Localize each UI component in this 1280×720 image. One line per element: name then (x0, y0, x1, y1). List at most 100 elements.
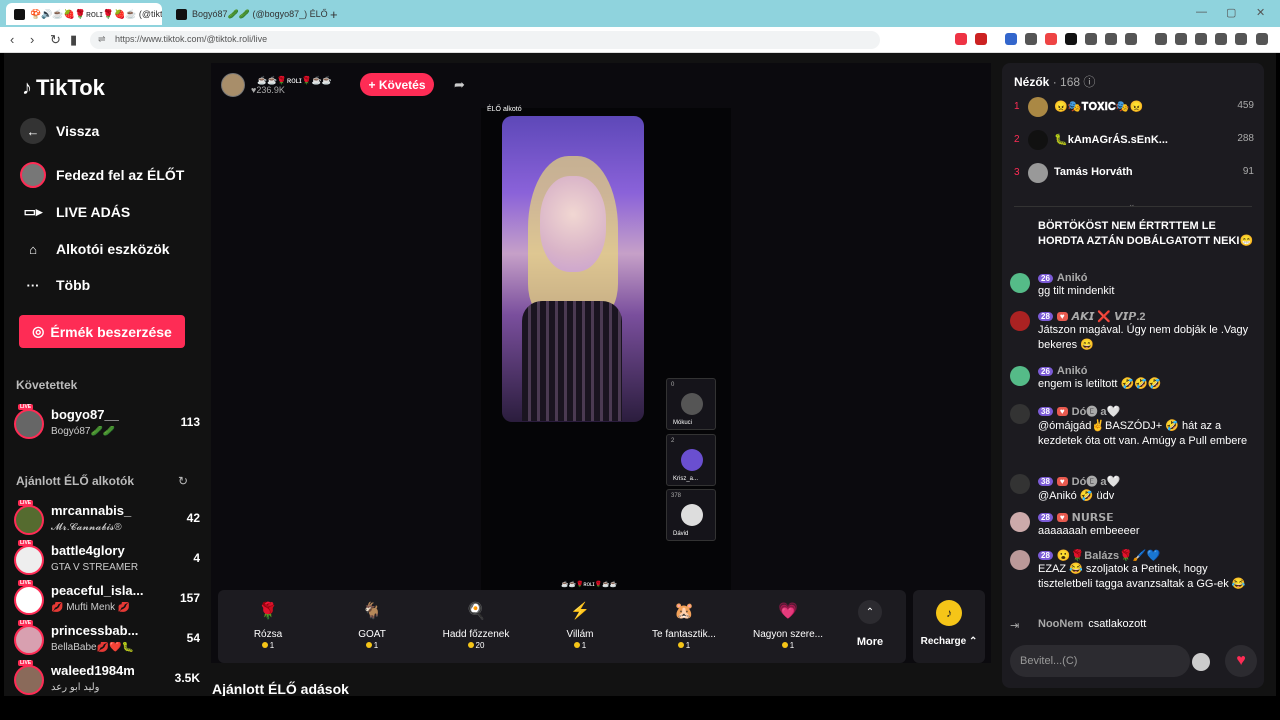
sidebar-icon[interactable] (1175, 33, 1187, 45)
bookmark-icon[interactable]: ▮ (70, 32, 77, 48)
reload-icon[interactable]: ↻ (50, 32, 61, 48)
avatar[interactable] (1010, 366, 1030, 386)
extension-icon[interactable] (1105, 33, 1117, 45)
avatar[interactable] (1010, 474, 1030, 494)
gift-item[interactable]: 🐐 GOAT 1 (322, 596, 422, 660)
message-user[interactable]: 38 ♥ Dó🅔 a🤍 (1038, 473, 1256, 489)
nav-creator-tools[interactable]: ⌂ Alkotói eszközök (20, 236, 170, 262)
recommended-item[interactable]: LIVE waleed1984m وليد ابو رعد 3.5K (14, 660, 200, 696)
guest-tile[interactable]: 2 Krisz_a... (666, 434, 716, 486)
message-user[interactable]: 28 ♥ 𝗡𝗨𝗥𝗦𝗘 (1038, 511, 1256, 524)
gift-item[interactable]: 🌹 Rózsa 1 (218, 596, 318, 660)
gift-bar: 🌹 Rózsa 1 🐐 GOAT 1 🍳 Hadd főzzenek 20 ⚡ … (218, 590, 906, 663)
url-text: https://www.tiktok.com/@tiktok.roli/live (115, 34, 268, 44)
heart-gift-icon: 💗 (778, 603, 798, 620)
shield-icon[interactable] (1235, 33, 1247, 45)
more-gifts-button[interactable]: ⌃ More (848, 600, 892, 648)
chat-panel: Nézők · 168 ⓘ 1 😠🎭𝐓𝐎𝐗𝐈𝐂🎭😠 459 2 🐛kAmAGrÁ… (1002, 63, 1264, 688)
music-icon[interactable] (1155, 33, 1167, 45)
get-coins-button[interactable]: ◎ Érmék beszerzése (19, 315, 185, 348)
gift-item[interactable]: 🐹 Te fantasztik... 1 (634, 596, 734, 660)
message-user[interactable]: 26 Anikó (1038, 272, 1256, 284)
extension-icon[interactable] (1045, 33, 1057, 45)
chat-input[interactable]: Bevitel...(C) (1010, 645, 1190, 677)
browser-tab[interactable]: Bogyó87🥒🥒 (@bogyo87_) ÉLŐ a... ✕ (168, 3, 328, 25)
stream-host[interactable]: ☕☕🌹ʀᴏʟɪ🌹☕☕ ♥236.9K (221, 73, 332, 97)
recommended-item[interactable]: LIVE mrcannabis_ 𝓜𝓻.𝓒𝓪𝓷𝓷𝓪𝓫𝓲𝓼® 42 (14, 500, 200, 537)
following-item[interactable]: LIVE bogyo87__ Bogyó87🥒🥒 113 (14, 404, 200, 441)
message-user[interactable]: 28 😮🌹Balázs🌹🖌️💙 (1038, 549, 1256, 562)
nav-label: Vissza (56, 123, 100, 139)
extension-icon[interactable] (955, 33, 967, 45)
info-icon[interactable]: ⓘ (1083, 75, 1095, 89)
menu-icon[interactable] (1256, 33, 1268, 45)
tiktok-note-icon: ♪ (22, 76, 32, 99)
emoji-icon[interactable] (1192, 653, 1210, 671)
avatar[interactable] (1010, 512, 1030, 532)
recommended-item[interactable]: LIVE battle4glory GTA V STREAMER 4 (14, 540, 200, 577)
nav-explore-live[interactable]: Fedezd fel az ÉLŐT (20, 162, 184, 188)
recommended-item[interactable]: LIVE princessbab... BellaBabe💋❤️🐛 54 (14, 620, 200, 657)
nav-more[interactable]: ··· Több (20, 272, 91, 298)
avatar[interactable] (1010, 550, 1030, 570)
account-nickname: وليد ابو رعد (51, 682, 100, 693)
follow-button[interactable]: + Követés (360, 73, 434, 96)
gift-item[interactable]: ⚡ Villám 1 (530, 596, 630, 660)
tiktok-favicon-icon (176, 8, 187, 20)
browser-tab-active[interactable]: 🍄🔊☕🍓🌹ʀᴏʟɪ🌹🍓☕ (@tiktok.roli) ✕ (6, 3, 162, 25)
hamster-icon: 🐹 (674, 603, 694, 620)
top-viewer-row[interactable]: 1 😠🎭𝐓𝐎𝐗𝐈𝐂🎭😠 459 (1014, 95, 1254, 119)
recharge-button[interactable]: ♪ Recharge ⌃ (913, 590, 985, 663)
viewers-header[interactable]: Nézők · 168 ⓘ (1014, 73, 1095, 90)
top-viewer-row[interactable]: 2 🐛kAmAGrÁS.sEnK... 288 (1014, 128, 1254, 152)
site-info-icon[interactable]: ⇌ (98, 34, 106, 45)
gift-item[interactable]: 🍳 Hadd főzzenek 20 (426, 596, 526, 660)
maximize-icon[interactable]: ▢ (1226, 6, 1236, 19)
extension-icon[interactable] (1005, 33, 1017, 45)
ai-icon[interactable] (1215, 33, 1227, 45)
guest-tile[interactable]: 378 Dávid (666, 489, 716, 541)
extension-icon[interactable] (1025, 33, 1037, 45)
close-window-icon[interactable]: ✕ (1256, 6, 1265, 19)
url-field[interactable]: ⇌ https://www.tiktok.com/@tiktok.roli/li… (90, 31, 880, 49)
new-tab-button[interactable]: + (330, 3, 350, 25)
back-icon[interactable]: ‹ (10, 32, 14, 47)
top-viewer-row[interactable]: 3 Tamás Horváth 91 (1014, 161, 1254, 185)
minimize-icon[interactable]: — (1196, 6, 1207, 18)
live-video[interactable]: ÉLŐ alkotó 0 Mókuci 2 Krisz_a... 378 Dáv… (481, 106, 731, 618)
avatar[interactable] (1010, 273, 1030, 293)
avatar (1028, 163, 1048, 183)
share-icon[interactable]: ➦ (454, 77, 465, 93)
message-user[interactable]: 28 ♥ 𝘼𝙆𝙄 ❌ 𝙑𝙄𝙋.2 (1038, 310, 1256, 323)
avatar[interactable] (1010, 311, 1030, 331)
gift-item[interactable]: 💗 Nagyon szere... 1 (738, 596, 838, 660)
forward-icon[interactable]: › (30, 32, 34, 47)
avatar (14, 545, 44, 575)
nav-back[interactable]: ← Vissza (20, 118, 99, 144)
chevron-down-icon[interactable]: ⌄ (1128, 199, 1136, 210)
tiktok-logo[interactable]: ♪ TikTok (22, 75, 105, 101)
refresh-icon[interactable]: ↻ (178, 474, 188, 488)
coin-icon: ◎ (32, 323, 45, 339)
wallet-icon[interactable] (1195, 33, 1207, 45)
message-user[interactable]: 26 Anikó (1038, 365, 1256, 377)
recommended-item[interactable]: LIVE peaceful_isla... 💋 Mufti Menk 💋 157 (14, 580, 200, 617)
like-heart-icon[interactable]: ♥ (1225, 645, 1257, 677)
message-user[interactable]: NooNem csatlakozott (1038, 618, 1256, 630)
nav-go-live[interactable]: ▭▸ LIVE ADÁS (20, 199, 131, 225)
avatar[interactable] (1010, 404, 1030, 424)
live-badge: LIVE (18, 404, 34, 410)
host-name: ☕☕🌹ʀᴏʟɪ🌹☕☕ (257, 75, 332, 85)
gift-price: 1 (322, 641, 422, 650)
chat-message: 28 ♥ 𝘼𝙆𝙄 ❌ 𝙑𝙄𝙋.2 Játszon magával. Úgy nem … (1010, 310, 1256, 353)
recommended-heading: Ajánlott ÉLŐ alkotók (16, 474, 135, 488)
guest-tile[interactable]: 0 Mókuci (666, 378, 716, 430)
extension-icon[interactable] (1065, 33, 1077, 45)
more-label: More (856, 636, 884, 648)
message-user[interactable]: 38 ♥ Dó🅔 a🤍 (1038, 403, 1256, 419)
extension-icon[interactable] (1085, 33, 1097, 45)
extension-icon[interactable] (1125, 33, 1137, 45)
account-name: mrcannabis_ (51, 503, 132, 518)
extension-icon[interactable] (975, 33, 987, 45)
live-badge: LIVE (18, 620, 34, 626)
